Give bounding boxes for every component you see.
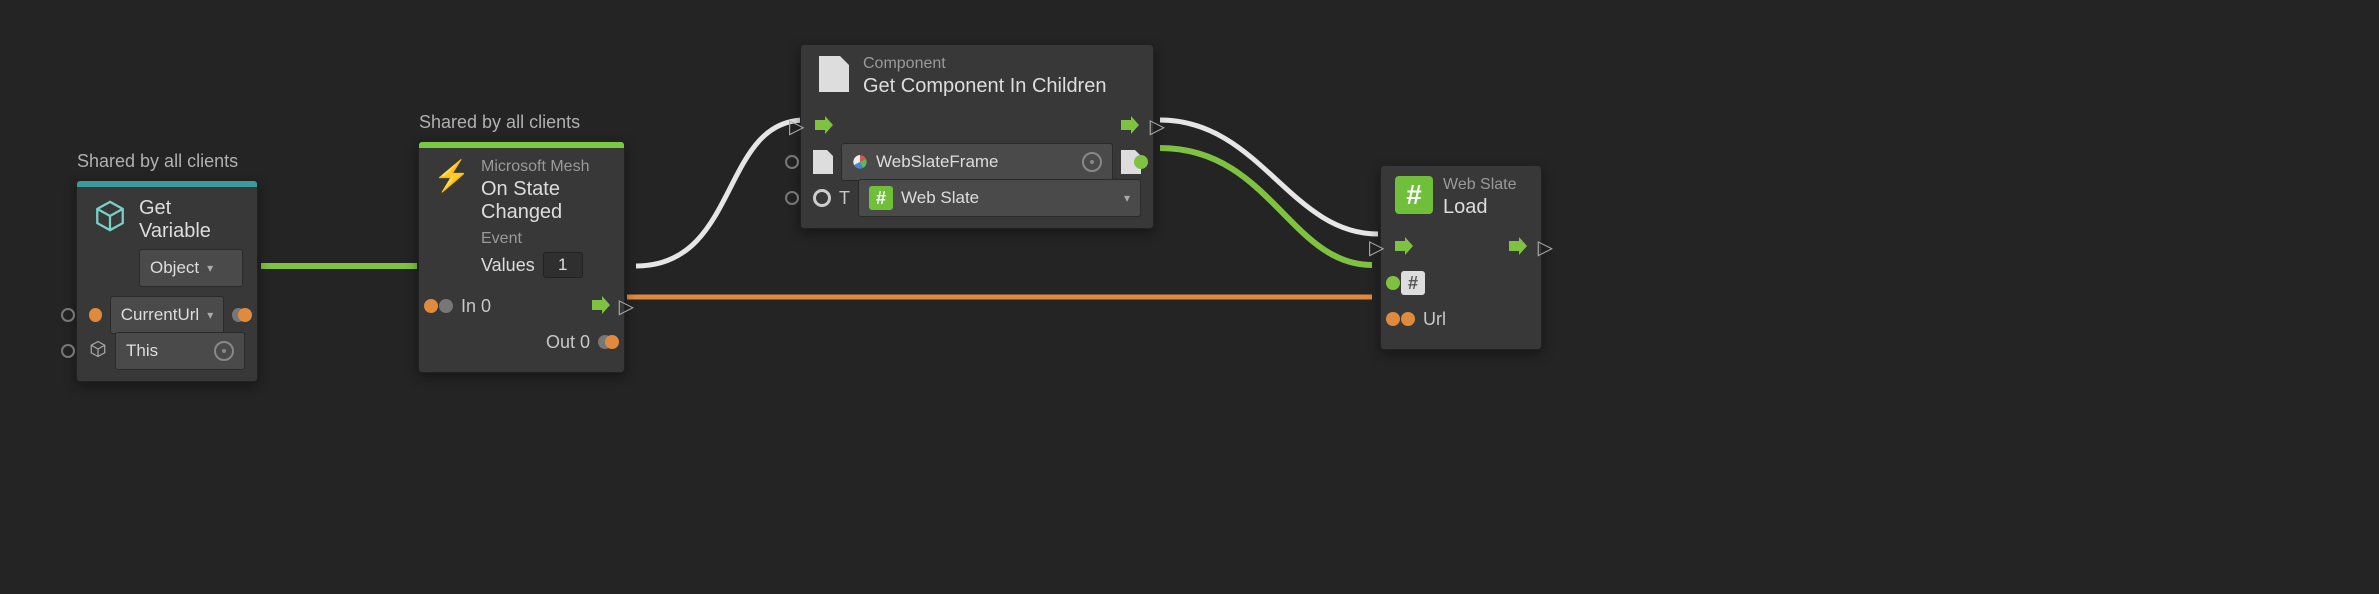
type-value: Web Slate [901, 188, 979, 208]
exec-in-arrow-icon [813, 116, 835, 136]
exec-out-arrow-icon [1507, 237, 1529, 257]
lightning-icon: ⚡ [433, 158, 471, 196]
self-ext-port[interactable] [61, 344, 75, 358]
exec-out-port[interactable]: ▷ [1150, 114, 1165, 139]
node-title: Load [1443, 196, 1517, 219]
node-title: Get Variable [139, 197, 243, 243]
type-dropdown[interactable]: # Web Slate ▾ [858, 179, 1141, 217]
type-in-port[interactable] [785, 191, 799, 205]
unity-pinwheel-icon [852, 154, 868, 170]
shared-label: Shared by all clients [77, 151, 238, 172]
in0-label: In 0 [461, 296, 491, 317]
node-category: Microsoft Mesh [481, 158, 610, 176]
variable-dropdown[interactable]: CurrentUrl ▾ [110, 296, 224, 334]
target-icon [214, 341, 234, 361]
values-label: Values [481, 255, 535, 276]
exec-out-port[interactable]: ▷ [1538, 235, 1553, 260]
gameobject-name: WebSlateFrame [876, 152, 999, 172]
variable-out-port[interactable] [238, 308, 252, 322]
node-get-component-in-children[interactable]: Component Get Component In Children ▷ ▷ … [800, 44, 1154, 229]
node-category: Component [863, 55, 1106, 73]
shared-label: Shared by all clients [419, 112, 580, 133]
variable-name: CurrentUrl [121, 305, 199, 325]
target-in-port[interactable] [1386, 276, 1400, 290]
url-in-port[interactable] [1386, 312, 1400, 326]
hash-icon: # [869, 186, 893, 210]
cube-outline-icon [91, 197, 129, 235]
component-out-port[interactable] [1134, 155, 1148, 169]
hash-badge-icon: # [1395, 176, 1433, 214]
out0-label: Out 0 [546, 332, 590, 353]
type-ring-icon [813, 189, 831, 207]
node-web-slate-load[interactable]: # Web Slate Load ▷ ▷ # Url [1380, 165, 1542, 350]
hash-icon: # [1401, 271, 1425, 295]
exec-in-port[interactable]: ▷ [789, 114, 804, 139]
gameobject-icon [89, 340, 107, 363]
chevron-down-icon: ▾ [207, 308, 213, 322]
kind-dropdown[interactable]: Object ▾ [139, 249, 243, 287]
exec-out-arrow-icon [1119, 116, 1141, 136]
target-icon [1082, 152, 1102, 172]
exec-in-port[interactable]: ▷ [1369, 235, 1384, 260]
in0-dot [439, 299, 453, 313]
url-label: Url [1423, 309, 1446, 330]
exec-in-arrow-icon [1393, 237, 1415, 257]
exec-out-port[interactable]: ▷ [619, 294, 634, 319]
gameobject-field[interactable]: WebSlateFrame [841, 143, 1113, 181]
node-title: On State Changed [481, 178, 610, 224]
document-icon [815, 55, 853, 93]
type-prefix: T [839, 188, 850, 209]
url-dot [1401, 312, 1415, 326]
kind-value: Object [150, 258, 199, 278]
variable-ext-port[interactable] [61, 308, 75, 322]
out0-port[interactable] [605, 335, 619, 349]
section-label: Event [481, 230, 610, 248]
exec-out-arrow-icon [590, 296, 612, 316]
chevron-down-icon: ▾ [207, 261, 213, 275]
visual-script-graph: { "shared_label": "Shared by all clients… [0, 0, 2379, 594]
document-small-icon [813, 150, 833, 174]
node-title: Get Component In Children [863, 75, 1106, 98]
in0-port[interactable] [424, 299, 438, 313]
values-count[interactable]: 1 [543, 252, 583, 278]
connection-layer [0, 0, 2379, 594]
node-category: Web Slate [1443, 176, 1517, 194]
self-value: This [126, 341, 158, 361]
self-dropdown[interactable]: This [115, 332, 245, 370]
gameobject-in-port[interactable] [785, 155, 799, 169]
node-on-state-changed[interactable]: Shared by all clients ⚡ Microsoft Mesh O… [418, 141, 625, 373]
node-get-variable[interactable]: Shared by all clients Get Variable Objec… [76, 180, 258, 382]
variable-name-port[interactable] [89, 308, 102, 322]
chevron-down-icon: ▾ [1124, 191, 1130, 205]
